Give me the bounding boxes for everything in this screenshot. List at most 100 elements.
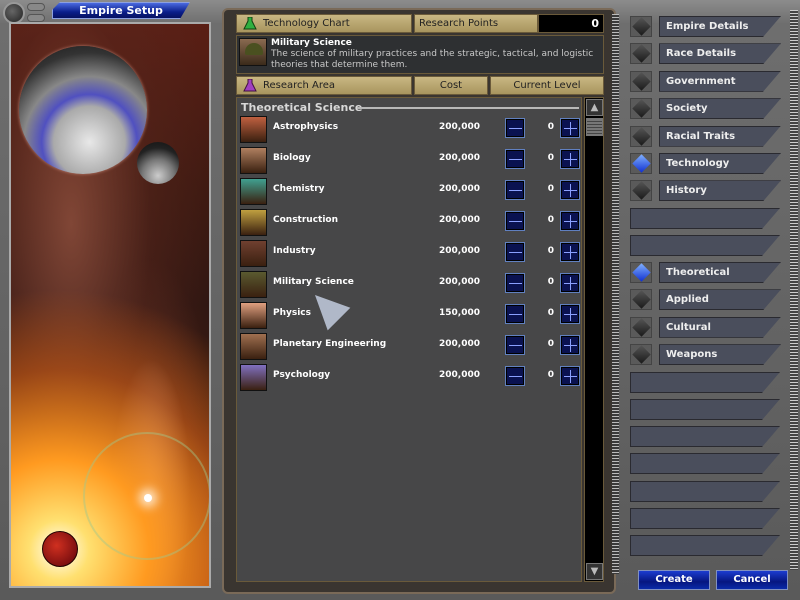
- tech-name: Construction: [273, 215, 339, 225]
- scroll-down-button[interactable]: ▼: [586, 563, 603, 580]
- nav-item-racial-traits[interactable]: Racial Traits: [630, 125, 790, 147]
- decrease-level-button[interactable]: [505, 335, 525, 355]
- scroll-up-button[interactable]: ▲: [586, 99, 603, 116]
- status-gem-icon: [630, 316, 652, 338]
- research-points-value: 0: [538, 14, 604, 33]
- nav-item-technology[interactable]: Technology: [630, 153, 790, 174]
- nav-item-society[interactable]: Society: [630, 98, 790, 120]
- increase-level-button[interactable]: [560, 149, 580, 169]
- tech-cost: 150,000: [439, 308, 480, 318]
- tech-row[interactable]: Construction 200,000 0: [240, 207, 580, 237]
- tech-name: Physics: [273, 308, 312, 318]
- decrease-level-button[interactable]: [505, 180, 525, 200]
- decrease-level-button[interactable]: [505, 149, 525, 169]
- column-header-research-area[interactable]: Research Area: [236, 76, 412, 95]
- tech-cost: 200,000: [439, 339, 480, 349]
- technology-chart-header: Technology Chart: [236, 14, 412, 33]
- status-gem-icon: [630, 125, 652, 147]
- scrollbar[interactable]: ▲ ▼: [584, 97, 604, 582]
- increase-level-button[interactable]: [560, 180, 580, 200]
- microscope-icon: [240, 147, 267, 174]
- flask-icon: [240, 178, 267, 205]
- nav-item-government[interactable]: Government: [630, 70, 790, 92]
- increase-level-button[interactable]: [560, 118, 580, 138]
- explosion-icon: [240, 302, 267, 329]
- increase-level-button[interactable]: [560, 366, 580, 386]
- decrease-level-button[interactable]: [505, 211, 525, 231]
- selected-tech-text: The science of military practices and th…: [271, 49, 594, 70]
- tech-row[interactable]: Astrophysics 200,000 0: [240, 114, 580, 144]
- nav-item-weapons[interactable]: Weapons: [630, 344, 790, 366]
- green-flask-icon: [243, 16, 257, 29]
- increase-level-button[interactable]: [560, 211, 580, 231]
- increase-level-button[interactable]: [560, 304, 580, 324]
- nav-item-cultural[interactable]: Cultural: [630, 316, 790, 338]
- nav-item-applied[interactable]: Applied: [630, 289, 790, 311]
- tech-row[interactable]: Military Science 200,000 0: [240, 269, 580, 299]
- nav-item-empire-details[interactable]: Empire Details: [630, 16, 790, 37]
- tech-cost: 200,000: [439, 122, 480, 132]
- column-header-current-level[interactable]: Current Level: [490, 76, 604, 95]
- nav-label: Empire Details: [659, 16, 781, 37]
- decrease-level-button[interactable]: [505, 118, 525, 138]
- nav-label: Race Details: [659, 43, 781, 64]
- column-header-cost[interactable]: Cost: [414, 76, 488, 95]
- tech-name: Biology: [273, 153, 311, 163]
- tech-cost: 200,000: [439, 277, 480, 287]
- tech-name: Military Science: [273, 277, 354, 287]
- tech-level: 0: [547, 153, 554, 163]
- tech-level: 0: [547, 339, 554, 349]
- decrease-level-button[interactable]: [505, 304, 525, 324]
- technology-chart-label: Technology Chart: [263, 18, 350, 29]
- nav-item-history[interactable]: History: [630, 180, 790, 202]
- tech-row[interactable]: Chemistry 200,000 0: [240, 176, 580, 206]
- increase-level-button[interactable]: [560, 242, 580, 262]
- nav-item-race-details[interactable]: Race Details: [630, 43, 790, 65]
- selected-tech-description: Military Science The science of military…: [236, 35, 604, 74]
- tech-row[interactable]: Industry 200,000 0: [240, 238, 580, 268]
- decrease-level-button[interactable]: [505, 273, 525, 293]
- empty-slot: [630, 426, 780, 447]
- increase-level-button[interactable]: [560, 273, 580, 293]
- tech-level: 0: [547, 184, 554, 194]
- empty-slot: [630, 235, 780, 256]
- moon-image: [137, 142, 179, 184]
- tech-name: Chemistry: [273, 184, 325, 194]
- right-edge-ticks: [790, 10, 798, 570]
- empty-slot: [630, 508, 780, 529]
- selected-tech-name: Military Science: [271, 38, 352, 48]
- tech-cost: 200,000: [439, 184, 480, 194]
- nav-label: Society: [659, 98, 781, 119]
- status-gem-icon: [630, 262, 652, 283]
- increase-level-button[interactable]: [560, 335, 580, 355]
- nav-item-theoretical[interactable]: Theoretical: [630, 262, 790, 283]
- restore-button[interactable]: [27, 14, 45, 22]
- telescope-icon: [240, 116, 267, 143]
- helmet-icon: [239, 38, 267, 66]
- nav-label: Weapons: [659, 344, 781, 365]
- star-image: [144, 494, 152, 502]
- nav-label: Racial Traits: [659, 126, 781, 147]
- empty-slot: [630, 399, 780, 420]
- tech-level: 0: [547, 122, 554, 132]
- factory-icon: [240, 240, 267, 267]
- window-title-bar: Empire Setup: [52, 2, 190, 19]
- tech-row[interactable]: Planetary Engineering 200,000 0: [240, 331, 580, 361]
- tech-name: Industry: [273, 246, 316, 256]
- tech-row[interactable]: Physics 150,000 0: [240, 300, 580, 330]
- scroll-thumb[interactable]: [586, 118, 603, 136]
- minimize-button[interactable]: [27, 3, 45, 11]
- tech-row[interactable]: Biology 200,000 0: [240, 145, 580, 175]
- cancel-button[interactable]: Cancel: [716, 570, 788, 590]
- system-menu-button[interactable]: [3, 2, 25, 24]
- tech-row[interactable]: Psychology 200,000 0: [240, 362, 580, 392]
- tech-cost: 200,000: [439, 153, 480, 163]
- decrease-level-button[interactable]: [505, 242, 525, 262]
- create-button[interactable]: Create: [638, 570, 710, 590]
- research-points-label: Research Points Available: [414, 14, 538, 46]
- decrease-level-button[interactable]: [505, 366, 525, 386]
- empire-art-panel: [9, 22, 211, 588]
- nav-label: Applied: [659, 289, 781, 310]
- tech-cost: 200,000: [439, 370, 480, 380]
- tech-name: Psychology: [273, 370, 331, 380]
